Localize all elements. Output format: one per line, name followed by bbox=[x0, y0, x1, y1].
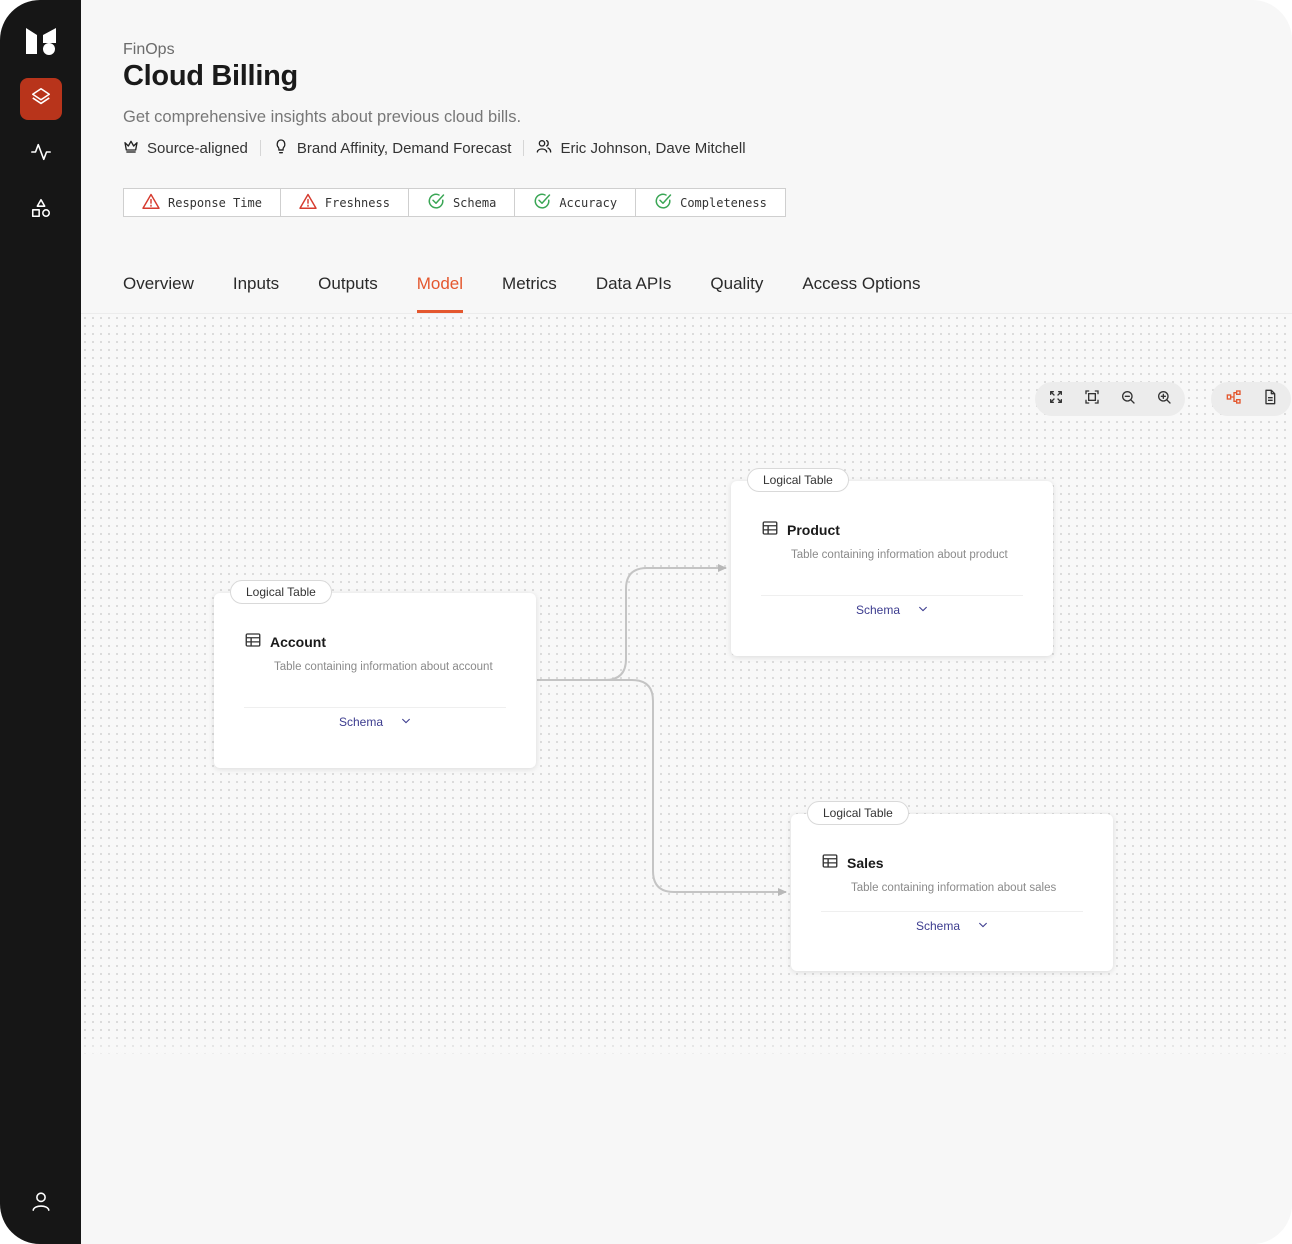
check-label: Accuracy bbox=[559, 195, 618, 210]
node-description: Table containing information about produ… bbox=[791, 549, 1008, 561]
canvas-fade bbox=[81, 1030, 1292, 1070]
zoom-in-button[interactable] bbox=[1153, 388, 1175, 410]
node-card-account[interactable]: Logical Table Account Table containing inf… bbox=[214, 580, 536, 768]
zoom-in-icon bbox=[1156, 389, 1172, 410]
tab-access-options[interactable]: Access Options bbox=[802, 270, 920, 313]
user-icon bbox=[30, 1190, 52, 1217]
sidebar-item-activity[interactable] bbox=[20, 133, 62, 175]
meta-use-cases: Brand Affinity, Demand Forecast bbox=[273, 138, 511, 158]
schema-toggle[interactable]: Schema bbox=[214, 715, 536, 729]
sidebar bbox=[0, 0, 81, 1244]
app-window: FinOps Cloud Billing Get comprehensive i… bbox=[0, 0, 1292, 1244]
sidebar-item-shapes[interactable] bbox=[20, 189, 62, 231]
meta-divider bbox=[523, 140, 525, 156]
schema-label: Schema bbox=[915, 919, 961, 933]
tab-overview[interactable]: Overview bbox=[123, 270, 194, 313]
node-description: Table containing information about accou… bbox=[274, 661, 493, 673]
quality-checks: Response Time Freshness Schema Accuracy Comp… bbox=[123, 188, 786, 217]
check-accuracy[interactable]: Accuracy bbox=[515, 189, 637, 216]
schema-toggle[interactable]: Schema bbox=[731, 603, 1053, 617]
brand-logo-icon[interactable] bbox=[24, 24, 58, 58]
check-circle-icon bbox=[427, 192, 445, 213]
crown-icon bbox=[123, 138, 139, 158]
tab-data-apis[interactable]: Data APIs bbox=[596, 270, 672, 313]
node-tag: Logical Table bbox=[747, 468, 849, 492]
meta-divider bbox=[259, 140, 261, 156]
meta-owners: Eric Johnson, Dave Mitchell bbox=[536, 138, 746, 158]
schema-toggle[interactable]: Schema bbox=[791, 919, 1113, 933]
page-subtitle: Get comprehensive insights about previou… bbox=[123, 108, 522, 126]
fit-view-button[interactable] bbox=[1081, 388, 1103, 410]
hierarchy-button[interactable] bbox=[1223, 388, 1245, 410]
tab-bar: Overview Inputs Outputs Model Metrics Data AP… bbox=[123, 270, 959, 313]
node-tag: Logical Table bbox=[807, 801, 909, 825]
tab-metrics[interactable]: Metrics bbox=[502, 270, 557, 313]
document-button[interactable] bbox=[1259, 388, 1281, 410]
layers-icon bbox=[30, 86, 52, 113]
node-header: Sales bbox=[821, 852, 884, 873]
node-divider bbox=[761, 595, 1023, 596]
check-response-time[interactable]: Response Time bbox=[124, 189, 281, 216]
meta-type: Source-aligned bbox=[123, 138, 248, 158]
schema-label: Schema bbox=[855, 603, 901, 617]
chevron-down-icon bbox=[401, 715, 411, 729]
schema-label: Schema bbox=[338, 715, 384, 729]
sidebar-item-profile[interactable] bbox=[20, 1182, 62, 1224]
zoom-out-button[interactable] bbox=[1117, 388, 1139, 410]
tab-inputs[interactable]: Inputs bbox=[233, 270, 279, 313]
table-icon bbox=[244, 631, 262, 652]
node-divider bbox=[244, 707, 506, 708]
node-card-sales[interactable]: Logical Table Sales Table containing infor… bbox=[791, 801, 1113, 971]
product-meta: Source-aligned Brand Affinity, Demand Fo… bbox=[123, 138, 746, 158]
check-completeness[interactable]: Completeness bbox=[636, 189, 785, 216]
sidebar-item-data-products[interactable] bbox=[20, 78, 62, 120]
breadcrumb[interactable]: FinOps bbox=[123, 41, 175, 59]
fullscreen-button[interactable] bbox=[1045, 388, 1067, 410]
tab-outputs[interactable]: Outputs bbox=[318, 270, 378, 313]
lightbulb-icon bbox=[273, 138, 289, 158]
node-title: Product bbox=[787, 521, 840, 538]
check-label: Response Time bbox=[168, 195, 262, 210]
fit-view-icon bbox=[1084, 389, 1100, 410]
check-label: Freshness bbox=[324, 195, 390, 210]
hierarchy-icon bbox=[1226, 389, 1242, 410]
node-title: Sales bbox=[847, 854, 884, 871]
check-label: Schema bbox=[452, 195, 497, 210]
warning-triangle-icon bbox=[142, 193, 160, 212]
chevron-down-icon bbox=[918, 603, 928, 617]
table-icon bbox=[821, 852, 839, 873]
tab-quality[interactable]: Quality bbox=[710, 270, 763, 313]
canvas-view-toolbar bbox=[1035, 382, 1185, 416]
check-label: Completeness bbox=[680, 195, 767, 210]
document-icon bbox=[1262, 389, 1278, 410]
check-freshness[interactable]: Freshness bbox=[281, 189, 409, 216]
table-icon bbox=[761, 519, 779, 540]
check-schema[interactable]: Schema bbox=[409, 189, 516, 216]
node-header: Account bbox=[244, 631, 326, 652]
fullscreen-icon bbox=[1048, 389, 1064, 410]
chevron-down-icon bbox=[978, 919, 988, 933]
node-header: Product bbox=[761, 519, 840, 540]
warning-triangle-icon bbox=[299, 193, 317, 212]
node-divider bbox=[821, 911, 1083, 912]
zoom-out-icon bbox=[1120, 389, 1136, 410]
page-title: Cloud Billing bbox=[123, 60, 298, 92]
canvas-extra-toolbar bbox=[1211, 382, 1291, 416]
node-title: Account bbox=[270, 633, 326, 650]
check-circle-icon bbox=[654, 192, 672, 213]
node-description: Table containing information about sales bbox=[851, 882, 1057, 894]
users-icon bbox=[536, 138, 552, 158]
node-tag: Logical Table bbox=[230, 580, 332, 604]
shapes-icon bbox=[30, 197, 52, 224]
check-circle-icon bbox=[533, 192, 551, 213]
tab-model[interactable]: Model bbox=[416, 270, 464, 313]
activity-icon bbox=[30, 141, 52, 168]
node-card-product[interactable]: Logical Table Product Table containing inf… bbox=[731, 468, 1053, 656]
